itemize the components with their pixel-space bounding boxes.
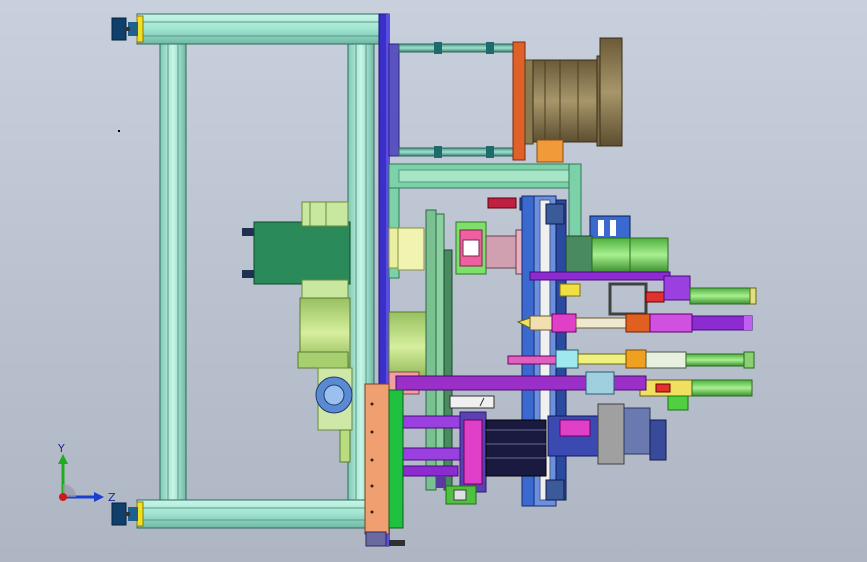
guide-rod-top <box>398 43 516 53</box>
z-axis-label: Z <box>108 491 116 504</box>
orientation-triad[interactable]: Y Z <box>50 440 120 510</box>
guide-rod-bottom <box>398 147 516 157</box>
side-plate <box>364 383 405 547</box>
assembly-model <box>111 13 757 547</box>
y-axis-label: Y <box>57 442 65 455</box>
motor-end-cap <box>599 37 623 147</box>
cylinder-1 <box>689 287 757 305</box>
servo-motor-body <box>532 59 598 143</box>
cylinder-2 <box>516 313 753 333</box>
origin-marker-icon <box>59 493 67 501</box>
cylinder-4 <box>639 379 753 397</box>
cad-viewport[interactable]: Y Z <box>0 0 867 562</box>
frame-top-beam <box>136 13 386 45</box>
motor-flange-plate <box>512 41 526 161</box>
rear-motor-housing <box>253 221 351 285</box>
frame-left-post <box>159 43 187 501</box>
leveling-foot-top <box>111 17 138 41</box>
rear-motor <box>242 201 351 299</box>
gearbox <box>297 297 353 463</box>
top-motor-assembly <box>388 37 623 163</box>
frame-bottom-beam <box>136 499 386 529</box>
